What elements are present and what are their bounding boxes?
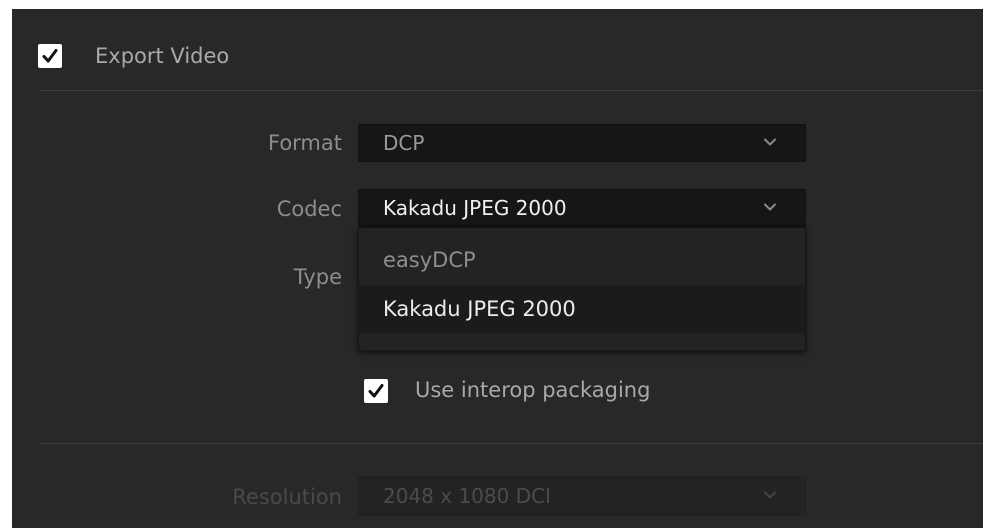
format-label: Format xyxy=(267,131,342,155)
interop-packaging-label: Use interop packaging xyxy=(415,378,651,402)
export-video-label: Export Video xyxy=(95,44,230,68)
chevron-down-icon xyxy=(764,138,776,146)
export-video-checkbox[interactable] xyxy=(38,44,62,68)
codec-label: Codec xyxy=(276,197,342,221)
type-label: Type xyxy=(293,265,342,289)
chevron-down-icon xyxy=(764,491,776,499)
section-divider xyxy=(40,443,983,444)
header-divider xyxy=(40,90,983,91)
resolution-dropdown: 2048 x 1080 DCI xyxy=(358,477,806,515)
codec-option-easydcp[interactable]: easyDCP xyxy=(359,236,805,284)
codec-dropdown-menu: easyDCP Kakadu JPEG 2000 xyxy=(358,227,806,351)
export-video-panel: Export Video Format DCP Codec Kakadu JPE… xyxy=(12,9,983,528)
resolution-label: Resolution xyxy=(232,485,342,509)
codec-dropdown[interactable]: Kakadu JPEG 2000 xyxy=(358,189,806,227)
format-value: DCP xyxy=(383,131,425,155)
resolution-value: 2048 x 1080 DCI xyxy=(383,484,551,508)
interop-packaging-checkbox[interactable] xyxy=(364,379,388,403)
codec-value: Kakadu JPEG 2000 xyxy=(383,196,567,220)
checkmark-icon xyxy=(42,49,58,63)
codec-option-kakadu-jpeg-2000[interactable]: Kakadu JPEG 2000 xyxy=(359,285,805,333)
chevron-down-icon xyxy=(764,203,776,211)
checkmark-icon xyxy=(368,384,384,398)
format-dropdown[interactable]: DCP xyxy=(358,124,806,162)
